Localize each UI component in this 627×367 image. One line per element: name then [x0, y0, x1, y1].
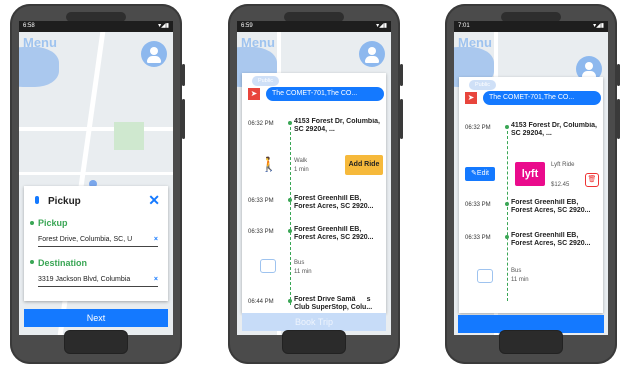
- phone-1: 6:58 ▾◢▮ Menu Pickup ✕ Pickup Forest Dri…: [10, 4, 185, 364]
- route-line: [290, 127, 291, 305]
- status-bar: 6:58 ▾◢▮: [19, 21, 173, 32]
- mode-duration: 1 min: [294, 167, 309, 173]
- status-bar: 7:01 ▾◢▮: [454, 21, 608, 32]
- power-button: [182, 99, 185, 139]
- pickup-pin-icon: [30, 221, 34, 225]
- stop-time: 06:33 PM: [465, 202, 491, 208]
- stop-time: 06:33 PM: [465, 235, 491, 241]
- home-button: [64, 330, 128, 354]
- stop-name: Forest Greenhill EB, Forest Acres, SC 29…: [294, 226, 374, 241]
- stop-pin-icon: [505, 202, 509, 206]
- close-icon[interactable]: ✕: [148, 192, 160, 209]
- screen: 6:58 ▾◢▮ Menu Pickup ✕ Pickup Forest Dri…: [19, 21, 173, 335]
- destination-pin-icon: [30, 260, 34, 264]
- home-button: [499, 330, 563, 354]
- stop-time: 06:32 PM: [248, 121, 274, 127]
- stop-name: Forest Greenhill EB, Forest Acres, SC 29…: [511, 232, 591, 247]
- screen: 6:59 ▾◢▮ Menu Public ➤ The COMET-701,The…: [237, 21, 391, 335]
- stop-name: Forest Drive Samâs Club SuperStop, Col…: [294, 296, 373, 311]
- stop-pin-icon: [288, 121, 292, 125]
- screen: 7:01 ▾◢▮ Menu Public ➤ The COMET-701,The…: [454, 21, 608, 335]
- clear-icon[interactable]: ×: [154, 274, 158, 286]
- destination-input[interactable]: 3319 Jackson Blvd, Columbia ×: [38, 274, 158, 287]
- mode-label: Walk: [294, 158, 308, 164]
- user-icon: [150, 47, 158, 55]
- stop-name: 4153 Forest Dr, Columbia, SC 29204, ...: [511, 122, 597, 137]
- status-icons: ▾◢▮: [158, 23, 169, 29]
- status-icons: ▾◢▮: [376, 23, 387, 29]
- stop-pin-icon: [505, 125, 509, 129]
- public-badge: Public: [469, 80, 496, 90]
- route-pill[interactable]: The COMET-701,The CO...: [483, 91, 601, 105]
- mode-label: Bus: [511, 268, 522, 274]
- stop-pin-icon: [288, 299, 292, 303]
- pickup-value: Forest Drive, Columbia, SC, U: [38, 236, 133, 243]
- trash-icon[interactable]: 🗑: [585, 173, 599, 187]
- status-time: 6:58: [23, 23, 35, 29]
- clear-icon[interactable]: ×: [154, 234, 158, 246]
- trip-card[interactable]: Public ➤ The COMET-701,The CO... 06:32 P…: [459, 77, 603, 313]
- volume-button: [182, 64, 185, 86]
- book-trip-button[interactable]: Book Trip: [242, 313, 386, 331]
- menu-button[interactable]: Menu: [241, 35, 275, 50]
- stop-time: 06:33 PM: [248, 198, 274, 204]
- stop-time: 06:32 PM: [465, 125, 491, 131]
- status-bar: 6:59 ▾◢▮: [237, 21, 391, 32]
- mode-duration: 11 min: [511, 277, 529, 283]
- mode-duration: 11 min: [294, 269, 312, 275]
- power-button: [617, 99, 620, 139]
- phone-2: 6:59 ▾◢▮ Menu Public ➤ The COMET-701,The…: [228, 4, 403, 364]
- walk-icon: 🚶: [260, 156, 278, 172]
- public-badge: Public: [252, 76, 279, 86]
- lyft-logo-icon: lyft: [515, 162, 545, 186]
- stop-time: 06:44 PM: [248, 299, 274, 305]
- map-water: [19, 47, 59, 87]
- destination-value: 3319 Jackson Blvd, Columbia: [38, 276, 131, 283]
- trip-card[interactable]: Public ➤ The COMET-701,The CO... 06:32 P…: [242, 73, 386, 313]
- profile-avatar[interactable]: [141, 41, 167, 67]
- ride-price: $12.45: [551, 182, 570, 188]
- volume-button: [400, 64, 403, 86]
- transit-logo-icon: ➤: [465, 92, 477, 104]
- home-button: [282, 330, 346, 354]
- stop-name: Forest Greenhill EB, Forest Acres, SC 29…: [511, 199, 591, 214]
- microphone-icon[interactable]: [35, 196, 39, 204]
- route-pill[interactable]: The COMET-701,The CO...: [266, 87, 384, 101]
- map-road: [19, 127, 173, 131]
- power-button: [400, 99, 403, 139]
- phone-3: 7:01 ▾◢▮ Menu Public ➤ The COMET-701,The…: [445, 4, 620, 364]
- add-ride-button[interactable]: Add Ride: [345, 155, 383, 175]
- map-park: [114, 122, 144, 150]
- route-line: [507, 131, 508, 301]
- pickup-label: Pickup: [38, 218, 68, 228]
- stop-time: 06:33 PM: [248, 229, 274, 235]
- menu-button[interactable]: Menu: [23, 35, 57, 50]
- user-icon: [368, 47, 376, 55]
- profile-avatar[interactable]: [359, 41, 385, 67]
- pickup-card-title: Pickup: [48, 196, 81, 207]
- stop-pin-icon: [505, 235, 509, 239]
- transit-logo-icon: ➤: [248, 88, 260, 100]
- user-icon: [585, 62, 593, 70]
- stop-pin-icon: [288, 229, 292, 233]
- status-icons: ▾◢▮: [593, 23, 604, 29]
- map-road: [19, 172, 173, 175]
- pickup-card: Pickup ✕ Pickup Forest Drive, Columbia, …: [24, 186, 168, 301]
- bus-icon: [260, 259, 276, 273]
- stop-name: 4153 Forest Dr, Columbia, SC 29204, ...: [294, 118, 380, 133]
- bus-icon: [477, 269, 493, 283]
- stop-name: Forest Greenhill EB, Forest Acres, SC 29…: [294, 195, 374, 210]
- status-time: 7:01: [458, 23, 470, 29]
- edit-label: Edit: [476, 170, 489, 177]
- destination-label: Destination: [38, 258, 88, 268]
- volume-button: [617, 64, 620, 86]
- edit-button[interactable]: ✎Edit: [465, 167, 495, 181]
- stop-pin-icon: [288, 198, 292, 202]
- mode-label: Bus: [294, 260, 305, 266]
- menu-button[interactable]: Menu: [458, 35, 492, 50]
- pickup-input[interactable]: Forest Drive, Columbia, SC, U ×: [38, 234, 158, 247]
- status-time: 6:59: [241, 23, 253, 29]
- ride-label: Lyft Ride: [551, 162, 575, 168]
- next-button[interactable]: Next: [24, 309, 168, 327]
